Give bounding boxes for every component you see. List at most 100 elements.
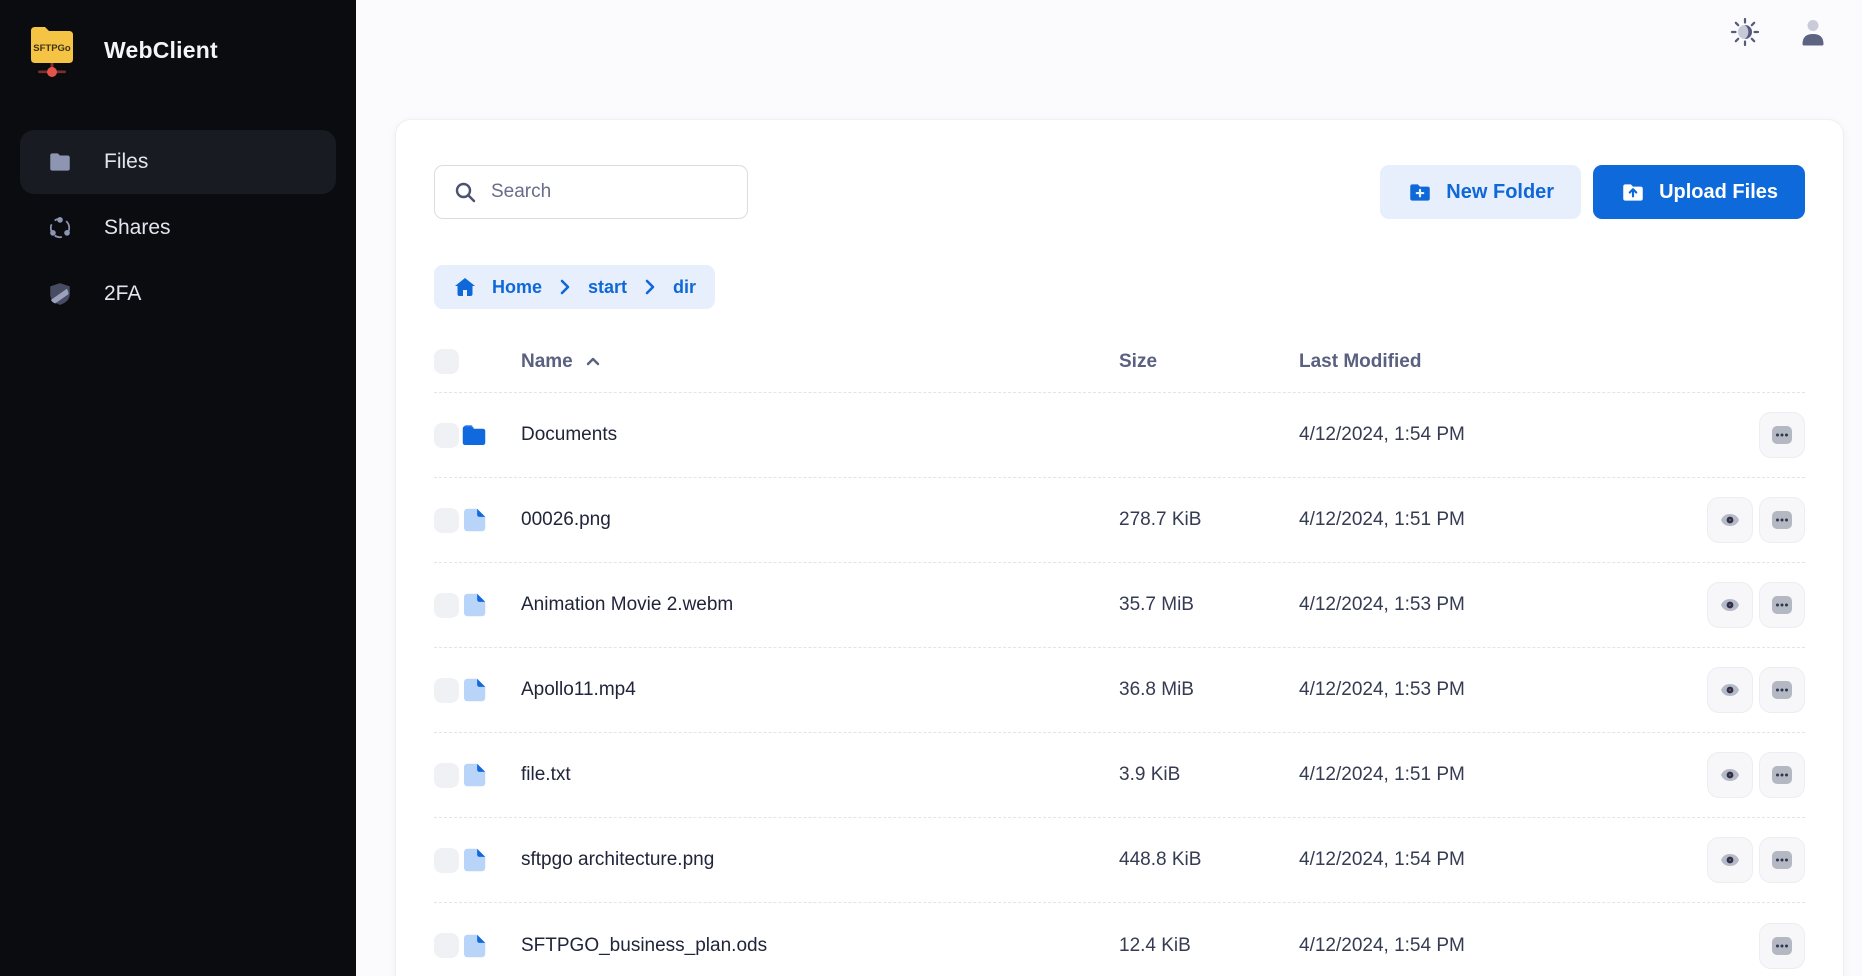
ellipsis-menu-icon (1769, 762, 1795, 788)
toolbar: New Folder Upload Files (434, 165, 1805, 219)
search-box (434, 165, 748, 219)
row-menu-button[interactable] (1759, 752, 1805, 798)
new-folder-button[interactable]: New Folder (1380, 165, 1581, 219)
preview-button[interactable] (1707, 752, 1753, 798)
ellipsis-menu-icon (1769, 677, 1795, 703)
chevron-right-icon (557, 279, 573, 295)
breadcrumb-item-home[interactable]: Home (492, 277, 542, 298)
eye-icon (1718, 678, 1742, 702)
column-header-size[interactable]: Size (1119, 351, 1299, 373)
file-name[interactable]: sftpgo architecture.png (521, 849, 1119, 871)
column-header-name[interactable]: Name (521, 351, 1119, 373)
file-size: 35.7 MiB (1119, 594, 1299, 616)
preview-button[interactable] (1707, 497, 1753, 543)
row-menu-button[interactable] (1759, 667, 1805, 713)
sftpgo-logo-icon: SFTPGo (26, 21, 78, 79)
file-icon (459, 675, 489, 705)
file-table-body: Documents 4/12/2024, 1:54 PM (434, 393, 1805, 976)
file-size: 36.8 MiB (1119, 679, 1299, 701)
file-icon (459, 505, 489, 535)
svg-text:SFTPGo: SFTPGo (33, 43, 71, 54)
sidebar-item-label: Files (104, 150, 148, 174)
file-name[interactable]: file.txt (521, 764, 1119, 786)
file-size: 278.7 KiB (1119, 509, 1299, 531)
folder-upload-icon (1620, 179, 1646, 205)
upload-files-button[interactable]: Upload Files (1593, 165, 1805, 219)
brand: SFTPGo WebClient (0, 18, 356, 82)
row-checkbox[interactable] (434, 678, 459, 703)
breadcrumb: Home start dir (434, 265, 715, 309)
breadcrumb-item-dir[interactable]: dir (673, 277, 696, 298)
table-row: Documents 4/12/2024, 1:54 PM (434, 393, 1805, 478)
table-row: file.txt 3.9 KiB 4/12/2024, 1:51 PM (434, 733, 1805, 818)
row-menu-button[interactable] (1759, 923, 1805, 969)
file-icon (459, 931, 489, 961)
preview-button[interactable] (1707, 582, 1753, 628)
file-modified: 4/12/2024, 1:54 PM (1299, 849, 1684, 871)
eye-icon (1718, 593, 1742, 617)
shield-icon (46, 280, 74, 308)
file-name[interactable]: Apollo11.mp4 (521, 679, 1119, 701)
preview-button[interactable] (1707, 667, 1753, 713)
sort-asc-icon (585, 354, 601, 370)
row-checkbox[interactable] (434, 423, 459, 448)
row-checkbox[interactable] (434, 848, 459, 873)
column-header-modified[interactable]: Last Modified (1299, 351, 1684, 373)
eye-icon (1718, 763, 1742, 787)
sidebar-item-shares[interactable]: Shares (20, 196, 336, 260)
table-row: Apollo11.mp4 36.8 MiB 4/12/2024, 1:53 PM (434, 648, 1805, 733)
share-network-icon (46, 214, 74, 242)
file-name[interactable]: Animation Movie 2.webm (521, 594, 1119, 616)
table-header: Name Size Last Modified (434, 331, 1805, 393)
table-row: sftpgo architecture.png 448.8 KiB 4/12/2… (434, 818, 1805, 903)
breadcrumb-item-start[interactable]: start (588, 277, 627, 298)
row-checkbox[interactable] (434, 508, 459, 533)
row-checkbox[interactable] (434, 933, 459, 958)
sidebar-item-label: Shares (104, 216, 171, 240)
ellipsis-menu-icon (1769, 507, 1795, 533)
file-modified: 4/12/2024, 1:53 PM (1299, 679, 1684, 701)
file-icon (459, 760, 489, 790)
home-icon[interactable] (453, 275, 477, 299)
select-all-checkbox[interactable] (434, 349, 459, 374)
folder-blue-icon (459, 420, 489, 450)
file-manager-card: New Folder Upload Files Home start (395, 119, 1844, 976)
sidebar-nav: Files Shares 2FA (0, 130, 356, 326)
file-name[interactable]: SFTPGO_business_plan.ods (521, 935, 1119, 957)
file-icon (459, 845, 489, 875)
file-modified: 4/12/2024, 1:54 PM (1299, 935, 1684, 957)
topbar (356, 0, 1862, 64)
file-modified: 4/12/2024, 1:51 PM (1299, 509, 1684, 531)
file-size: 12.4 KiB (1119, 935, 1299, 957)
row-checkbox[interactable] (434, 593, 459, 618)
row-menu-button[interactable] (1759, 412, 1805, 458)
theme-toggle-icon[interactable] (1730, 17, 1760, 47)
app-title: WebClient (104, 37, 218, 64)
search-icon (453, 180, 477, 204)
ellipsis-menu-icon (1769, 422, 1795, 448)
sidebar-item-2fa[interactable]: 2FA (20, 262, 336, 326)
file-size: 448.8 KiB (1119, 849, 1299, 871)
file-modified: 4/12/2024, 1:51 PM (1299, 764, 1684, 786)
sidebar-item-label: 2FA (104, 282, 141, 306)
folder-plus-icon (1407, 179, 1433, 205)
ellipsis-menu-icon (1769, 592, 1795, 618)
row-menu-button[interactable] (1759, 837, 1805, 883)
file-name[interactable]: Documents (521, 424, 1119, 446)
folder-icon (46, 148, 74, 176)
chevron-right-icon (642, 279, 658, 295)
row-menu-button[interactable] (1759, 497, 1805, 543)
sidebar: SFTPGo WebClient Files (0, 0, 356, 976)
eye-icon (1718, 848, 1742, 872)
table-row: SFTPGO_business_plan.ods 12.4 KiB 4/12/2… (434, 903, 1805, 976)
search-input[interactable] (491, 181, 736, 203)
table-row: 00026.png 278.7 KiB 4/12/2024, 1:51 PM (434, 478, 1805, 563)
preview-button[interactable] (1707, 837, 1753, 883)
file-name[interactable]: 00026.png (521, 509, 1119, 531)
file-icon (459, 590, 489, 620)
ellipsis-menu-icon (1769, 847, 1795, 873)
row-menu-button[interactable] (1759, 582, 1805, 628)
row-checkbox[interactable] (434, 763, 459, 788)
user-avatar-icon[interactable] (1798, 17, 1828, 47)
sidebar-item-files[interactable]: Files (20, 130, 336, 194)
